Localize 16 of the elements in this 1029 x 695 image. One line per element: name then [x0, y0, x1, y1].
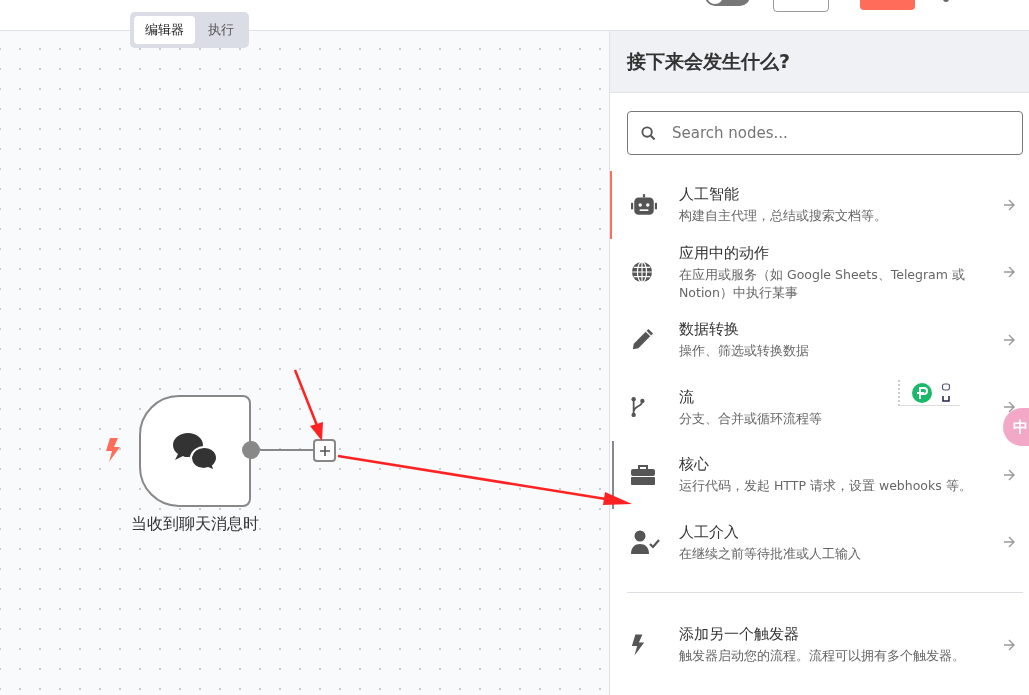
item-title: 人工智能	[679, 185, 739, 205]
item-title: 人工介入	[679, 522, 739, 542]
item-title: 核心	[679, 455, 709, 475]
node-label: 当收到聊天消息时	[130, 514, 260, 535]
item-description: 运行代码，发起 HTTP 请求，设置 webhooks 等。	[679, 477, 973, 496]
item-description: 在继续之前等待批准或人工输入	[679, 544, 862, 563]
item-title: 添加另一个触发器	[679, 625, 799, 645]
item-title: 流	[679, 387, 694, 407]
item-description: 操作、筛选或转换数据	[679, 342, 810, 361]
item-description: 触发器启动您的流程。流程可以拥有多个触发器。	[679, 647, 966, 666]
panel-title: 接下来会发生什么?	[610, 31, 1029, 93]
item-description: 分支、合并或循环流程等	[679, 409, 823, 428]
item-title: 数据转换	[679, 320, 739, 340]
item-description: 在应用或服务（如 Google Sheets、Telegram 或 Notion）中执行某事	[679, 265, 966, 302]
item-title: 应用中的动作	[679, 243, 769, 263]
item-description: 构建自主代理，总结或搜索文档等。	[679, 207, 888, 226]
